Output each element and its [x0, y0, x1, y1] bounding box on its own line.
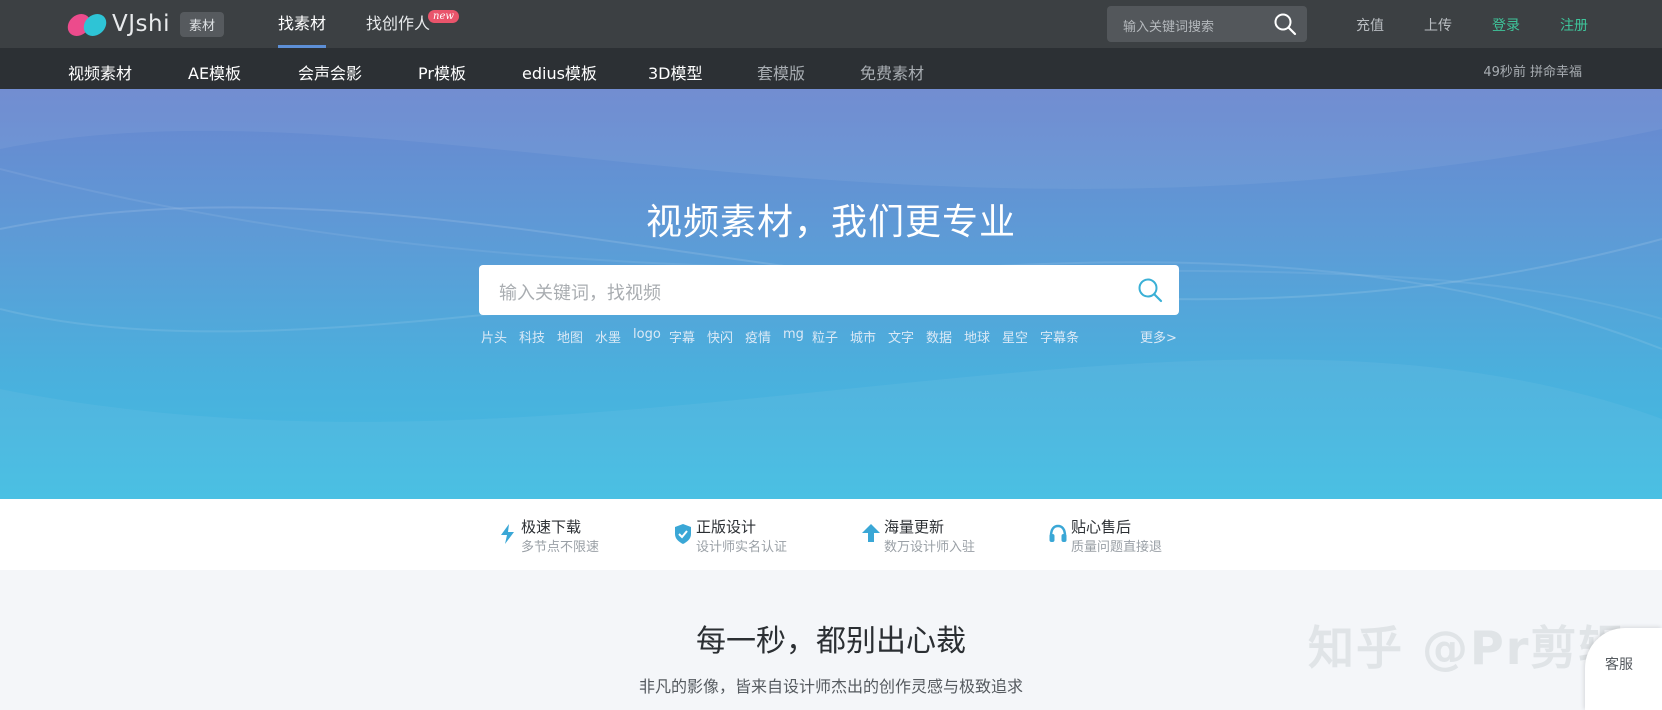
tag-link[interactable]: 城市 [850, 327, 876, 346]
feature-title: 极速下载 [521, 518, 582, 536]
top-search-input[interactable]: 输入关键词搜索 [1123, 16, 1214, 35]
feature-subtitle: 数万设计师入驻 [884, 540, 976, 555]
recharge-link[interactable]: 充值 [1356, 15, 1384, 35]
logo-text: VJshi [112, 11, 170, 37]
category-edius-templates[interactable]: edius模板 [522, 60, 597, 84]
tag-link[interactable]: 字幕 [669, 327, 695, 346]
customer-service-button[interactable]: 客服 [1585, 628, 1662, 710]
tag-link[interactable]: 地图 [557, 327, 583, 346]
register-link[interactable]: 注册 [1560, 15, 1588, 35]
search-icon[interactable] [1273, 12, 1297, 36]
upload-link[interactable]: 上传 [1424, 15, 1452, 35]
tag-link[interactable]: 数据 [926, 327, 952, 346]
tag-link[interactable]: 科技 [519, 327, 545, 346]
tag-link[interactable]: 粒子 [812, 327, 838, 346]
headset-icon [1049, 524, 1067, 542]
category-pr-templates[interactable]: Pr模板 [418, 60, 466, 84]
login-link[interactable]: 登录 [1492, 15, 1520, 35]
new-badge: new [428, 10, 459, 23]
activity-ticker: 49秒前 拼命幸福 [1483, 65, 1582, 80]
feature-title: 贴心售后 [1071, 518, 1132, 536]
logo-mark-icon [65, 12, 109, 36]
hero-title: 视频素材，我们更专业 [645, 202, 1016, 243]
category-free[interactable]: 免费素材 [860, 60, 924, 84]
zhihu-watermark: 知乎 @Pr剪辑 [1308, 621, 1627, 675]
feature-subtitle: 多节点不限速 [521, 540, 600, 555]
tag-link[interactable]: 地球 [964, 327, 990, 346]
tag-link[interactable]: 片头 [481, 327, 507, 346]
tag-link[interactable]: logo [633, 327, 661, 342]
category-huisheng[interactable]: 会声会影 [298, 60, 362, 84]
site-logo[interactable]: VJshi 素材 [65, 11, 224, 37]
search-icon[interactable] [1137, 277, 1163, 303]
top-search-box[interactable]: 输入关键词搜索 [1107, 6, 1307, 42]
top-navigation-bar: VJshi 素材 找素材 找创作人 new 输入关键词搜索 充值 上传 登录 注… [0, 0, 1662, 48]
tag-link[interactable]: 文字 [888, 327, 914, 346]
category-bar: 视频素材 AE模板 会声会影 Pr模板 edius模板 3D模型 套模版 免费素… [0, 48, 1662, 89]
tag-link[interactable]: 星空 [1002, 327, 1028, 346]
hero-search-input[interactable]: 输入关键词，找视频 [499, 279, 661, 305]
tag-link[interactable]: 字幕条 [1040, 327, 1079, 346]
hero-search-box[interactable]: 输入关键词，找视频 [479, 265, 1179, 315]
service-label: 客服 [1605, 657, 1633, 673]
hot-tags: 片头 科技 地图 水墨 logo 字幕 快闪 疫情 mg 粒子 城市 文字 数据… [481, 327, 1181, 347]
shield-check-icon [675, 524, 691, 544]
hero-banner: 视频素材，我们更专业 输入关键词，找视频 片头 科技 地图 水墨 logo 字幕… [0, 89, 1662, 499]
lightning-icon [501, 524, 514, 544]
feature-strip: 极速下载 多节点不限速 正版设计 设计师实名认证 海量更新 数万设计师入驻 贴心… [0, 499, 1662, 570]
tag-link[interactable]: 快闪 [707, 327, 733, 346]
tag-link[interactable]: 疫情 [745, 327, 771, 346]
topnav-label: 找创作人 [366, 14, 431, 33]
feature-subtitle: 设计师实名认证 [696, 540, 788, 555]
topnav-label: 找素材 [278, 14, 327, 33]
topnav-find-materials[interactable]: 找素材 [278, 0, 327, 48]
more-tags-link[interactable]: 更多> [1140, 327, 1177, 346]
topnav-find-creators[interactable]: 找创作人 new [366, 0, 459, 48]
category-video[interactable]: 视频素材 [68, 60, 132, 84]
feature-subtitle: 质量问题直接退 [1071, 540, 1163, 555]
arrow-up-icon [862, 524, 880, 542]
feature-title: 正版设计 [696, 518, 757, 536]
category-ae-templates[interactable]: AE模板 [188, 60, 241, 84]
tag-link[interactable]: mg [783, 327, 804, 342]
tag-link[interactable]: 水墨 [595, 327, 621, 346]
category-3d-models[interactable]: 3D模型 [648, 60, 703, 84]
feature-title: 海量更新 [884, 518, 945, 536]
category-template-sets[interactable]: 套模版 [757, 60, 805, 84]
logo-badge: 素材 [179, 11, 224, 37]
